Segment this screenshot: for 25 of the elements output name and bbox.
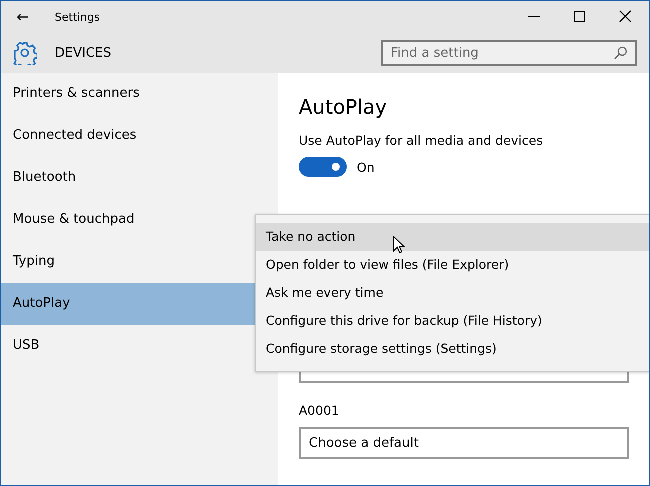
sidebar-item[interactable]: Printers & scanners: [1, 73, 255, 115]
sidebar-item[interactable]: AutoPlay: [1, 283, 255, 325]
search-icon[interactable]: [614, 46, 628, 60]
search-field[interactable]: Find a setting: [381, 40, 637, 66]
back-button[interactable]: ←: [1, 8, 45, 26]
device-label: A0001: [299, 403, 340, 419]
menu-item[interactable]: Ask me every time: [256, 279, 649, 307]
sidebar-item[interactable]: Mouse & touchpad: [1, 199, 255, 241]
toggle-state: On: [357, 160, 375, 174]
section-heading: AutoPlay: [299, 95, 388, 119]
sidebar-item[interactable]: Bluetooth: [1, 157, 255, 199]
window-title: Settings: [55, 10, 100, 24]
settings-icon: [13, 41, 37, 65]
menu-item[interactable]: Open folder to view files (File Explorer): [256, 251, 649, 279]
page-title: DEVICES: [55, 46, 112, 60]
dropdown[interactable]: Choose a default: [299, 427, 629, 459]
sidebar-item[interactable]: Typing: [1, 241, 255, 283]
menu-item[interactable]: Configure storage settings (Settings): [256, 335, 649, 363]
menu-item[interactable]: Configure this drive for backup (File History): [256, 307, 649, 335]
mouse-cursor-icon: [393, 236, 405, 254]
sidebar-item[interactable]: USB: [1, 325, 255, 367]
menu-item[interactable]: Take no action: [256, 223, 649, 251]
toggle-switch[interactable]: [299, 157, 347, 177]
setting-label: Use AutoPlay for all media and devices: [299, 133, 544, 148]
sidebar-item[interactable]: Connected devices: [1, 115, 255, 157]
